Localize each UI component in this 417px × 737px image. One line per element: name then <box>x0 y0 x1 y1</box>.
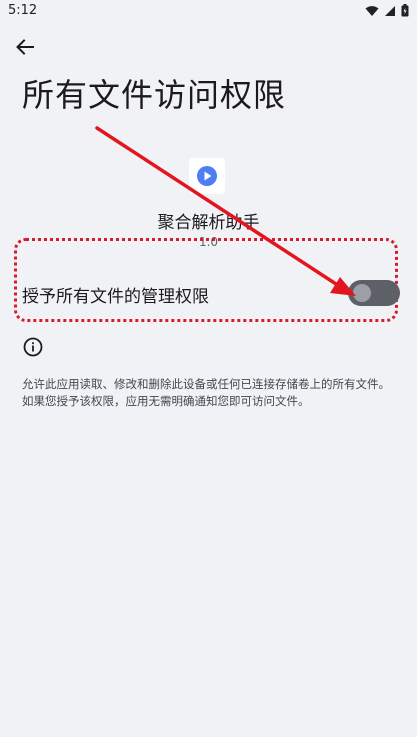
permission-description: 允许此应用读取、修改和删除此设备或任何已连接存储卷上的所有文件。如果您授予该权限… <box>22 377 390 408</box>
permission-row[interactable]: 授予所有文件的管理权限 <box>0 270 417 316</box>
app-icon <box>189 158 225 194</box>
battery-icon <box>401 4 409 17</box>
toggle-knob <box>353 284 371 302</box>
status-time: 5:12 <box>8 3 38 18</box>
wifi-icon <box>365 5 379 16</box>
status-icons <box>365 4 409 17</box>
arrow-left-icon <box>16 39 34 55</box>
signal-icon <box>385 5 395 16</box>
app-name: 聚合解析助手 <box>157 213 260 233</box>
page-title: 所有文件访问权限 <box>22 76 287 114</box>
play-icon <box>197 166 217 186</box>
status-bar: 5:12 <box>0 0 417 24</box>
all-files-access-toggle[interactable] <box>348 280 400 306</box>
permission-label: 授予所有文件的管理权限 <box>22 287 209 307</box>
back-button[interactable] <box>12 36 38 58</box>
info-icon <box>23 337 43 357</box>
